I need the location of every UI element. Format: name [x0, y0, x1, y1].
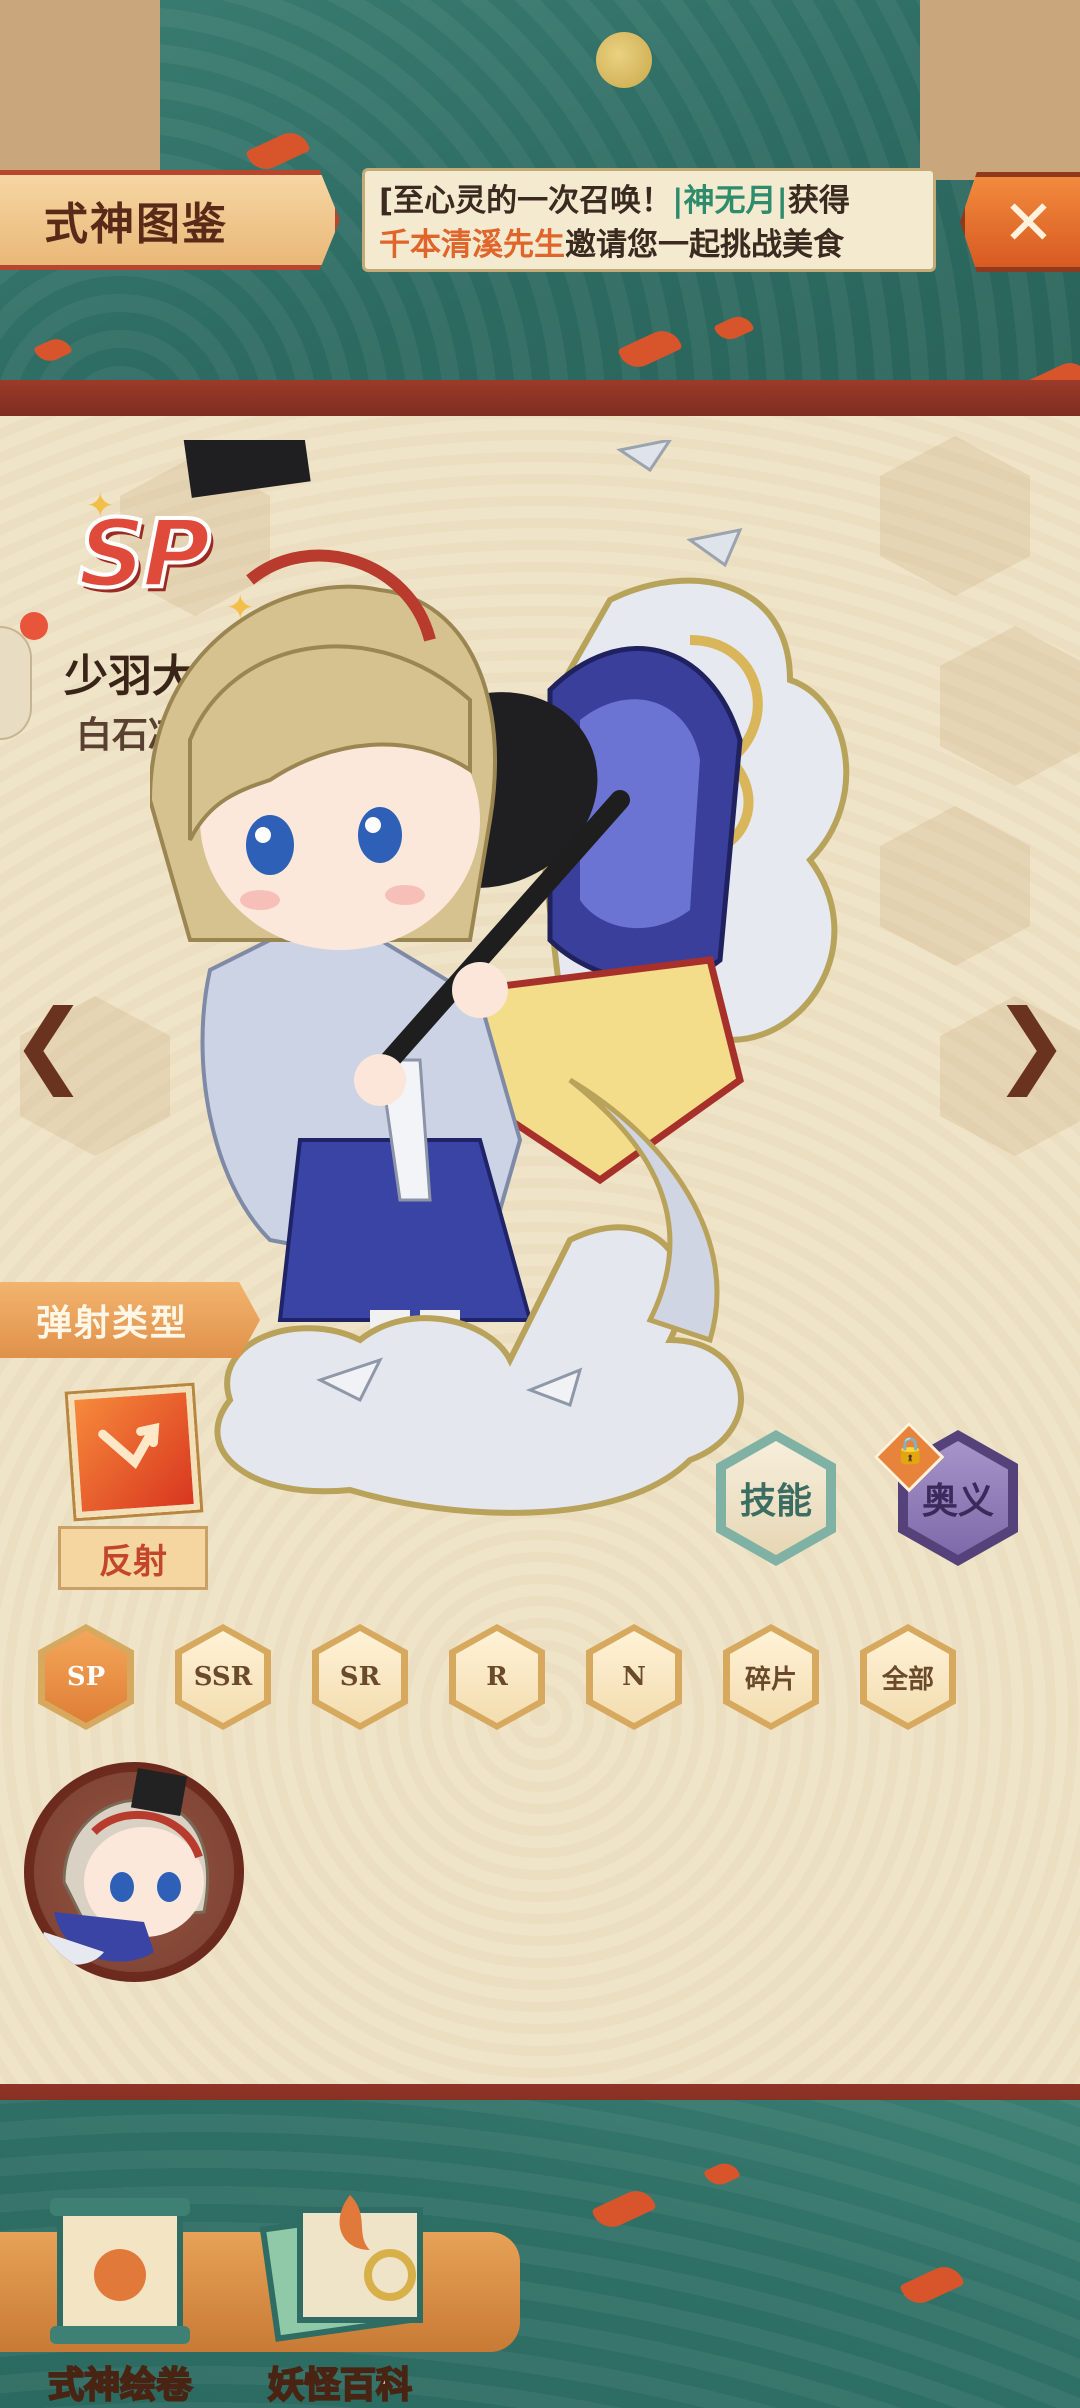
- nav-shikigami-scroll[interactable]: 式神绘卷: [20, 2180, 220, 2408]
- filter-ssr[interactable]: SSR: [175, 1624, 271, 1730]
- notification-dot: [20, 612, 48, 640]
- filter-label: SSR: [193, 1662, 253, 1692]
- marquee-highlight: 千本清溪先生: [379, 227, 565, 263]
- marquee-line-1: [至心灵的一次召唤！|神无月|获得: [379, 179, 919, 223]
- filter-label: SP: [66, 1662, 106, 1692]
- moon-decoration: [596, 32, 652, 88]
- attack-type-header: 弹射类型: [0, 1282, 260, 1358]
- nav-yokai-encyclopedia[interactable]: 妖怪百科: [240, 2180, 440, 2408]
- next-shikigami-button[interactable]: ❯: [992, 990, 1069, 1097]
- filter-r[interactable]: R: [449, 1624, 545, 1730]
- rarity-filter-bar: SP SSR SR R N 碎片 全部: [38, 1624, 1048, 1730]
- nav-shikigami-scroll-label: 式神绘卷: [47, 2364, 193, 2407]
- filter-label: R: [486, 1662, 508, 1692]
- chevron-right-icon: ❯: [992, 989, 1070, 1097]
- reflect-arrow-icon: [98, 1422, 160, 1469]
- attack-type-header-label: 弹射类型: [36, 1303, 189, 1344]
- shikigami-avatar[interactable]: [24, 1762, 244, 1982]
- sparkle-icon: ✦: [86, 486, 115, 526]
- marquee-text: 获得: [787, 183, 850, 219]
- close-icon: ✕: [1002, 185, 1055, 259]
- nav-yokai-encyclopedia-label: 妖怪百科: [267, 2364, 413, 2407]
- filter-label: N: [622, 1662, 646, 1692]
- filter-n[interactable]: N: [586, 1624, 682, 1730]
- attack-type-label: 反射: [58, 1526, 208, 1590]
- wood-corner: [0, 0, 160, 180]
- marquee-text: 邀请您一起挑战美食: [565, 227, 844, 263]
- chevron-left-icon: ❮: [10, 989, 88, 1097]
- filter-fragments[interactable]: 碎片: [723, 1624, 819, 1730]
- encyclopedia-icon: [259, 2195, 423, 2342]
- filter-sr[interactable]: SR: [312, 1624, 408, 1730]
- scroll-icon: [50, 2198, 190, 2344]
- hexagon-pattern: [940, 626, 1080, 786]
- marquee-line-2: 千本清溪先生邀请您一起挑战美食: [379, 223, 919, 267]
- filter-sp[interactable]: SP: [38, 1624, 134, 1730]
- panel-frame-top: [0, 380, 1080, 416]
- attack-type-value: 反射: [99, 1541, 167, 1582]
- side-drawer-tab[interactable]: [0, 626, 32, 740]
- close-button[interactable]: ✕: [960, 172, 1080, 272]
- filter-label: 碎片: [744, 1664, 797, 1695]
- lock-icon: 🔒: [894, 1436, 927, 1466]
- mystery-label: 奥义: [921, 1481, 994, 1522]
- filter-label: 全部: [881, 1664, 934, 1695]
- avatar-portrait: [34, 1767, 234, 1972]
- marquee-text: [至心灵的一次召唤！: [379, 183, 673, 219]
- shikigami-portrait: [150, 440, 850, 1516]
- filter-all[interactable]: 全部: [860, 1624, 956, 1730]
- wood-corner: [920, 0, 1080, 180]
- filter-label: SR: [339, 1662, 381, 1692]
- skill-label: 技能: [739, 1481, 812, 1522]
- page-title-banner: 式神图鉴: [0, 170, 340, 270]
- marquee-highlight: |神无月|: [672, 183, 788, 219]
- prev-shikigami-button[interactable]: ❮: [10, 990, 87, 1097]
- announcement-marquee[interactable]: [至心灵的一次召唤！|神无月|获得 千本清溪先生邀请您一起挑战美食: [362, 168, 936, 272]
- reflect-type-icon[interactable]: [67, 1385, 201, 1519]
- page-title: 式神图鉴: [44, 199, 228, 250]
